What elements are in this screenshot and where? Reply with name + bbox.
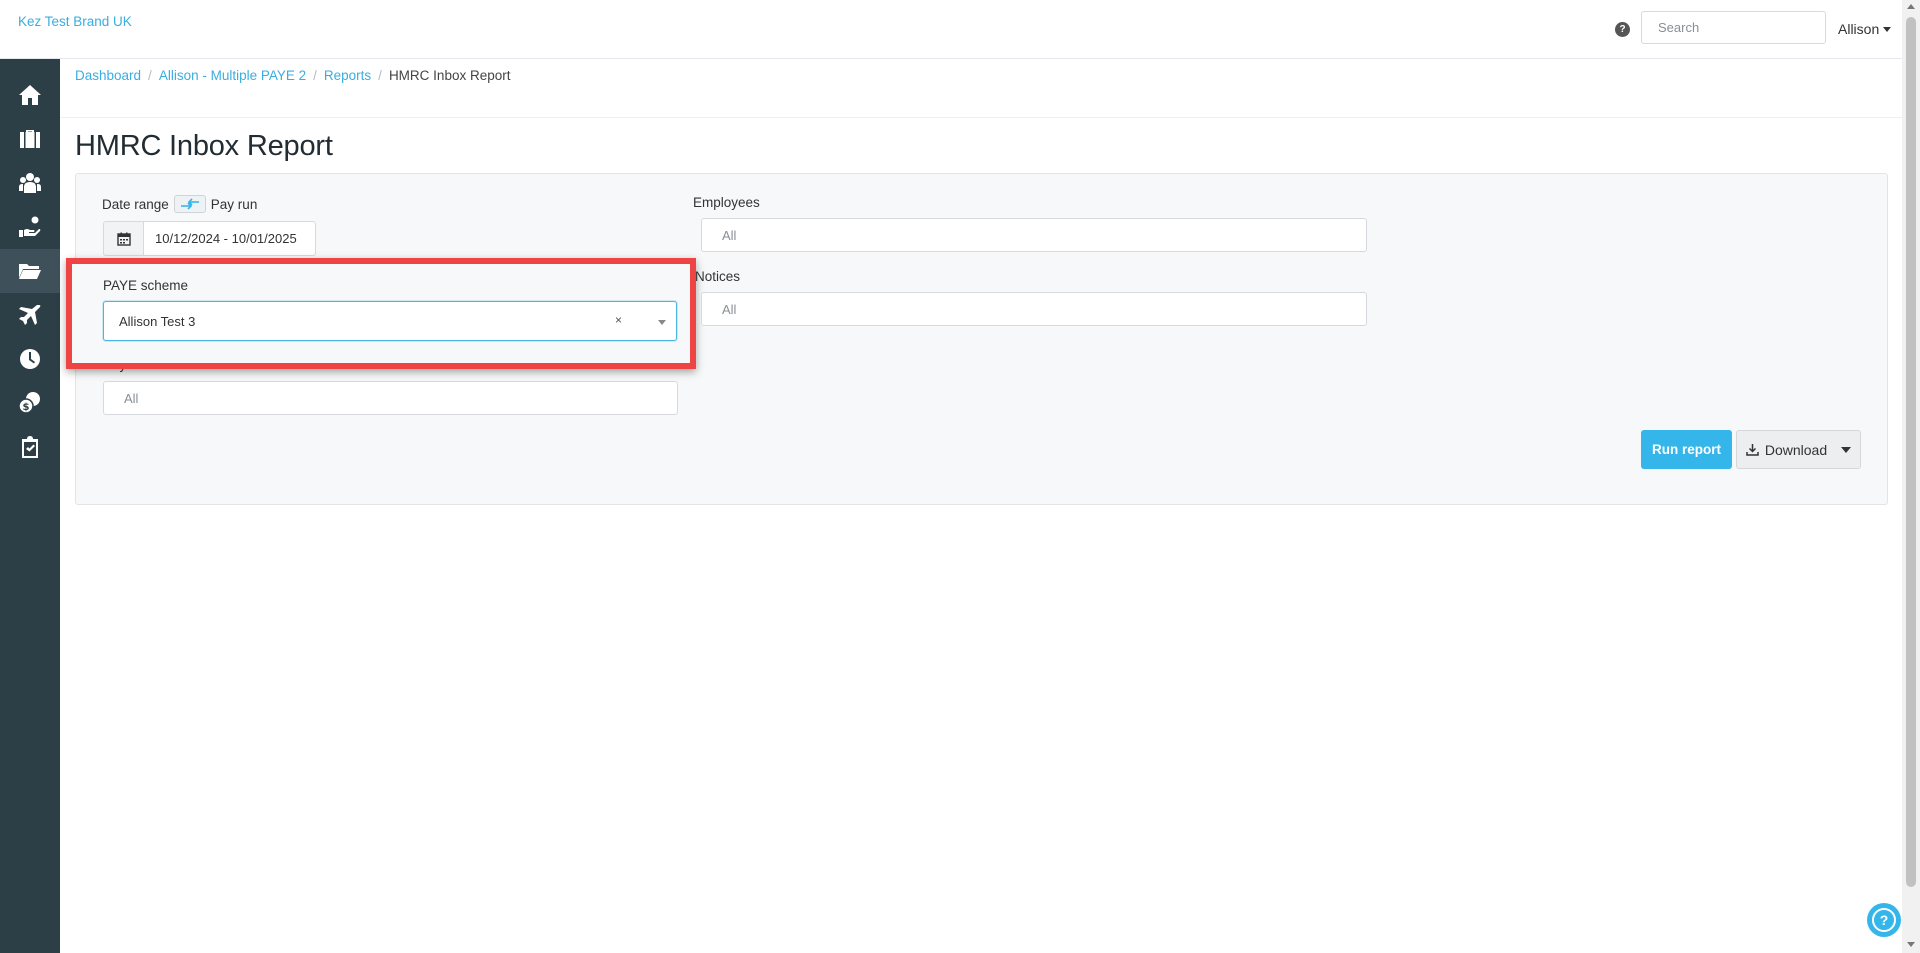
- date-range-toggle: Date range Pay run: [102, 195, 257, 213]
- run-report-button[interactable]: Run report: [1641, 430, 1732, 469]
- user-name: Allison: [1838, 21, 1880, 37]
- folder-icon: [19, 264, 41, 279]
- svg-text:$: $: [23, 402, 30, 413]
- date-range-input[interactable]: [143, 221, 316, 256]
- pay-schedule-select[interactable]: All: [103, 381, 678, 415]
- paye-scheme-value: Allison Test 3: [119, 313, 196, 329]
- search-input[interactable]: [1641, 11, 1826, 44]
- chevron-down-icon: [1841, 446, 1852, 453]
- breadcrumb-company[interactable]: Allison - Multiple PAYE 2: [159, 68, 306, 83]
- brand-link[interactable]: Kez Test Brand UK: [18, 14, 132, 29]
- breadcrumb-separator: /: [378, 68, 382, 83]
- breadcrumb-separator: /: [148, 68, 152, 83]
- clear-icon[interactable]: ×: [615, 313, 622, 327]
- page-title: HMRC Inbox Report: [75, 130, 333, 162]
- help-icon[interactable]: ?: [1615, 22, 1630, 37]
- notices-value: All: [722, 301, 737, 317]
- breadcrumb: Dashboard / Allison - Multiple PAYE 2 / …: [75, 68, 510, 83]
- scroll-down-icon[interactable]: [1907, 942, 1915, 947]
- scroll-thumb[interactable]: [1906, 17, 1916, 887]
- home-icon: [19, 85, 41, 105]
- sidebar-item-tasks[interactable]: [0, 425, 60, 469]
- scroll-up-icon[interactable]: [1907, 4, 1915, 9]
- swap-arrows-icon: [180, 198, 199, 210]
- pay-run-label: Pay run: [210, 196, 258, 212]
- breadcrumb-reports[interactable]: Reports: [324, 68, 371, 83]
- breadcrumb-current: HMRC Inbox Report: [388, 68, 511, 83]
- coins-icon: $: [18, 392, 40, 414]
- download-button[interactable]: Download: [1736, 430, 1861, 469]
- sidebar: $: [0, 59, 60, 953]
- paye-scheme-select[interactable]: Allison Test 3: [103, 301, 677, 341]
- employees-icon: [19, 173, 41, 193]
- user-menu[interactable]: Allison: [1838, 21, 1892, 37]
- calendar-icon: [116, 232, 131, 246]
- date-range-label: Date range: [102, 196, 169, 212]
- employees-label: Employees: [693, 195, 760, 210]
- plane-icon: [19, 305, 41, 325]
- paye-scheme-label: PAYE scheme: [103, 278, 189, 293]
- clock-icon: [20, 349, 40, 369]
- chevron-down-icon: [1883, 26, 1892, 32]
- notices-label: Notices: [695, 269, 741, 284]
- employees-select[interactable]: All: [701, 218, 1367, 252]
- clipboard-check-icon: [22, 436, 38, 458]
- employees-value: All: [722, 227, 737, 243]
- swap-toggle-button[interactable]: [173, 195, 206, 213]
- sidebar-item-timesheets[interactable]: [0, 337, 60, 381]
- chevron-down-icon[interactable]: [658, 320, 666, 325]
- calendar-button[interactable]: [103, 221, 143, 256]
- sidebar-item-reports[interactable]: [0, 249, 60, 293]
- payments-icon: [19, 216, 41, 237]
- download-label: Download: [1764, 441, 1828, 458]
- breadcrumb-separator: /: [313, 68, 317, 83]
- breadcrumb-divider: [60, 117, 1902, 118]
- sidebar-item-payments[interactable]: [0, 205, 60, 249]
- notices-select[interactable]: All: [701, 292, 1367, 326]
- sidebar-item-pay[interactable]: $: [0, 381, 60, 425]
- help-widget-button[interactable]: ?: [1867, 903, 1901, 937]
- page-scrollbar[interactable]: [1902, 0, 1920, 953]
- question-icon: ?: [1872, 908, 1896, 932]
- top-bar: Kez Test Brand UK ? Allison: [0, 0, 1902, 59]
- sidebar-item-companies[interactable]: [0, 117, 60, 161]
- date-range-picker[interactable]: [103, 221, 316, 256]
- download-icon: [1746, 444, 1759, 456]
- breadcrumb-dashboard[interactable]: Dashboard: [75, 68, 141, 83]
- pay-schedule-value: All: [124, 390, 139, 406]
- sidebar-item-employees[interactable]: [0, 161, 60, 205]
- sidebar-item-home[interactable]: [0, 73, 60, 117]
- briefcase-icon: [20, 130, 40, 148]
- sidebar-item-leave[interactable]: [0, 293, 60, 337]
